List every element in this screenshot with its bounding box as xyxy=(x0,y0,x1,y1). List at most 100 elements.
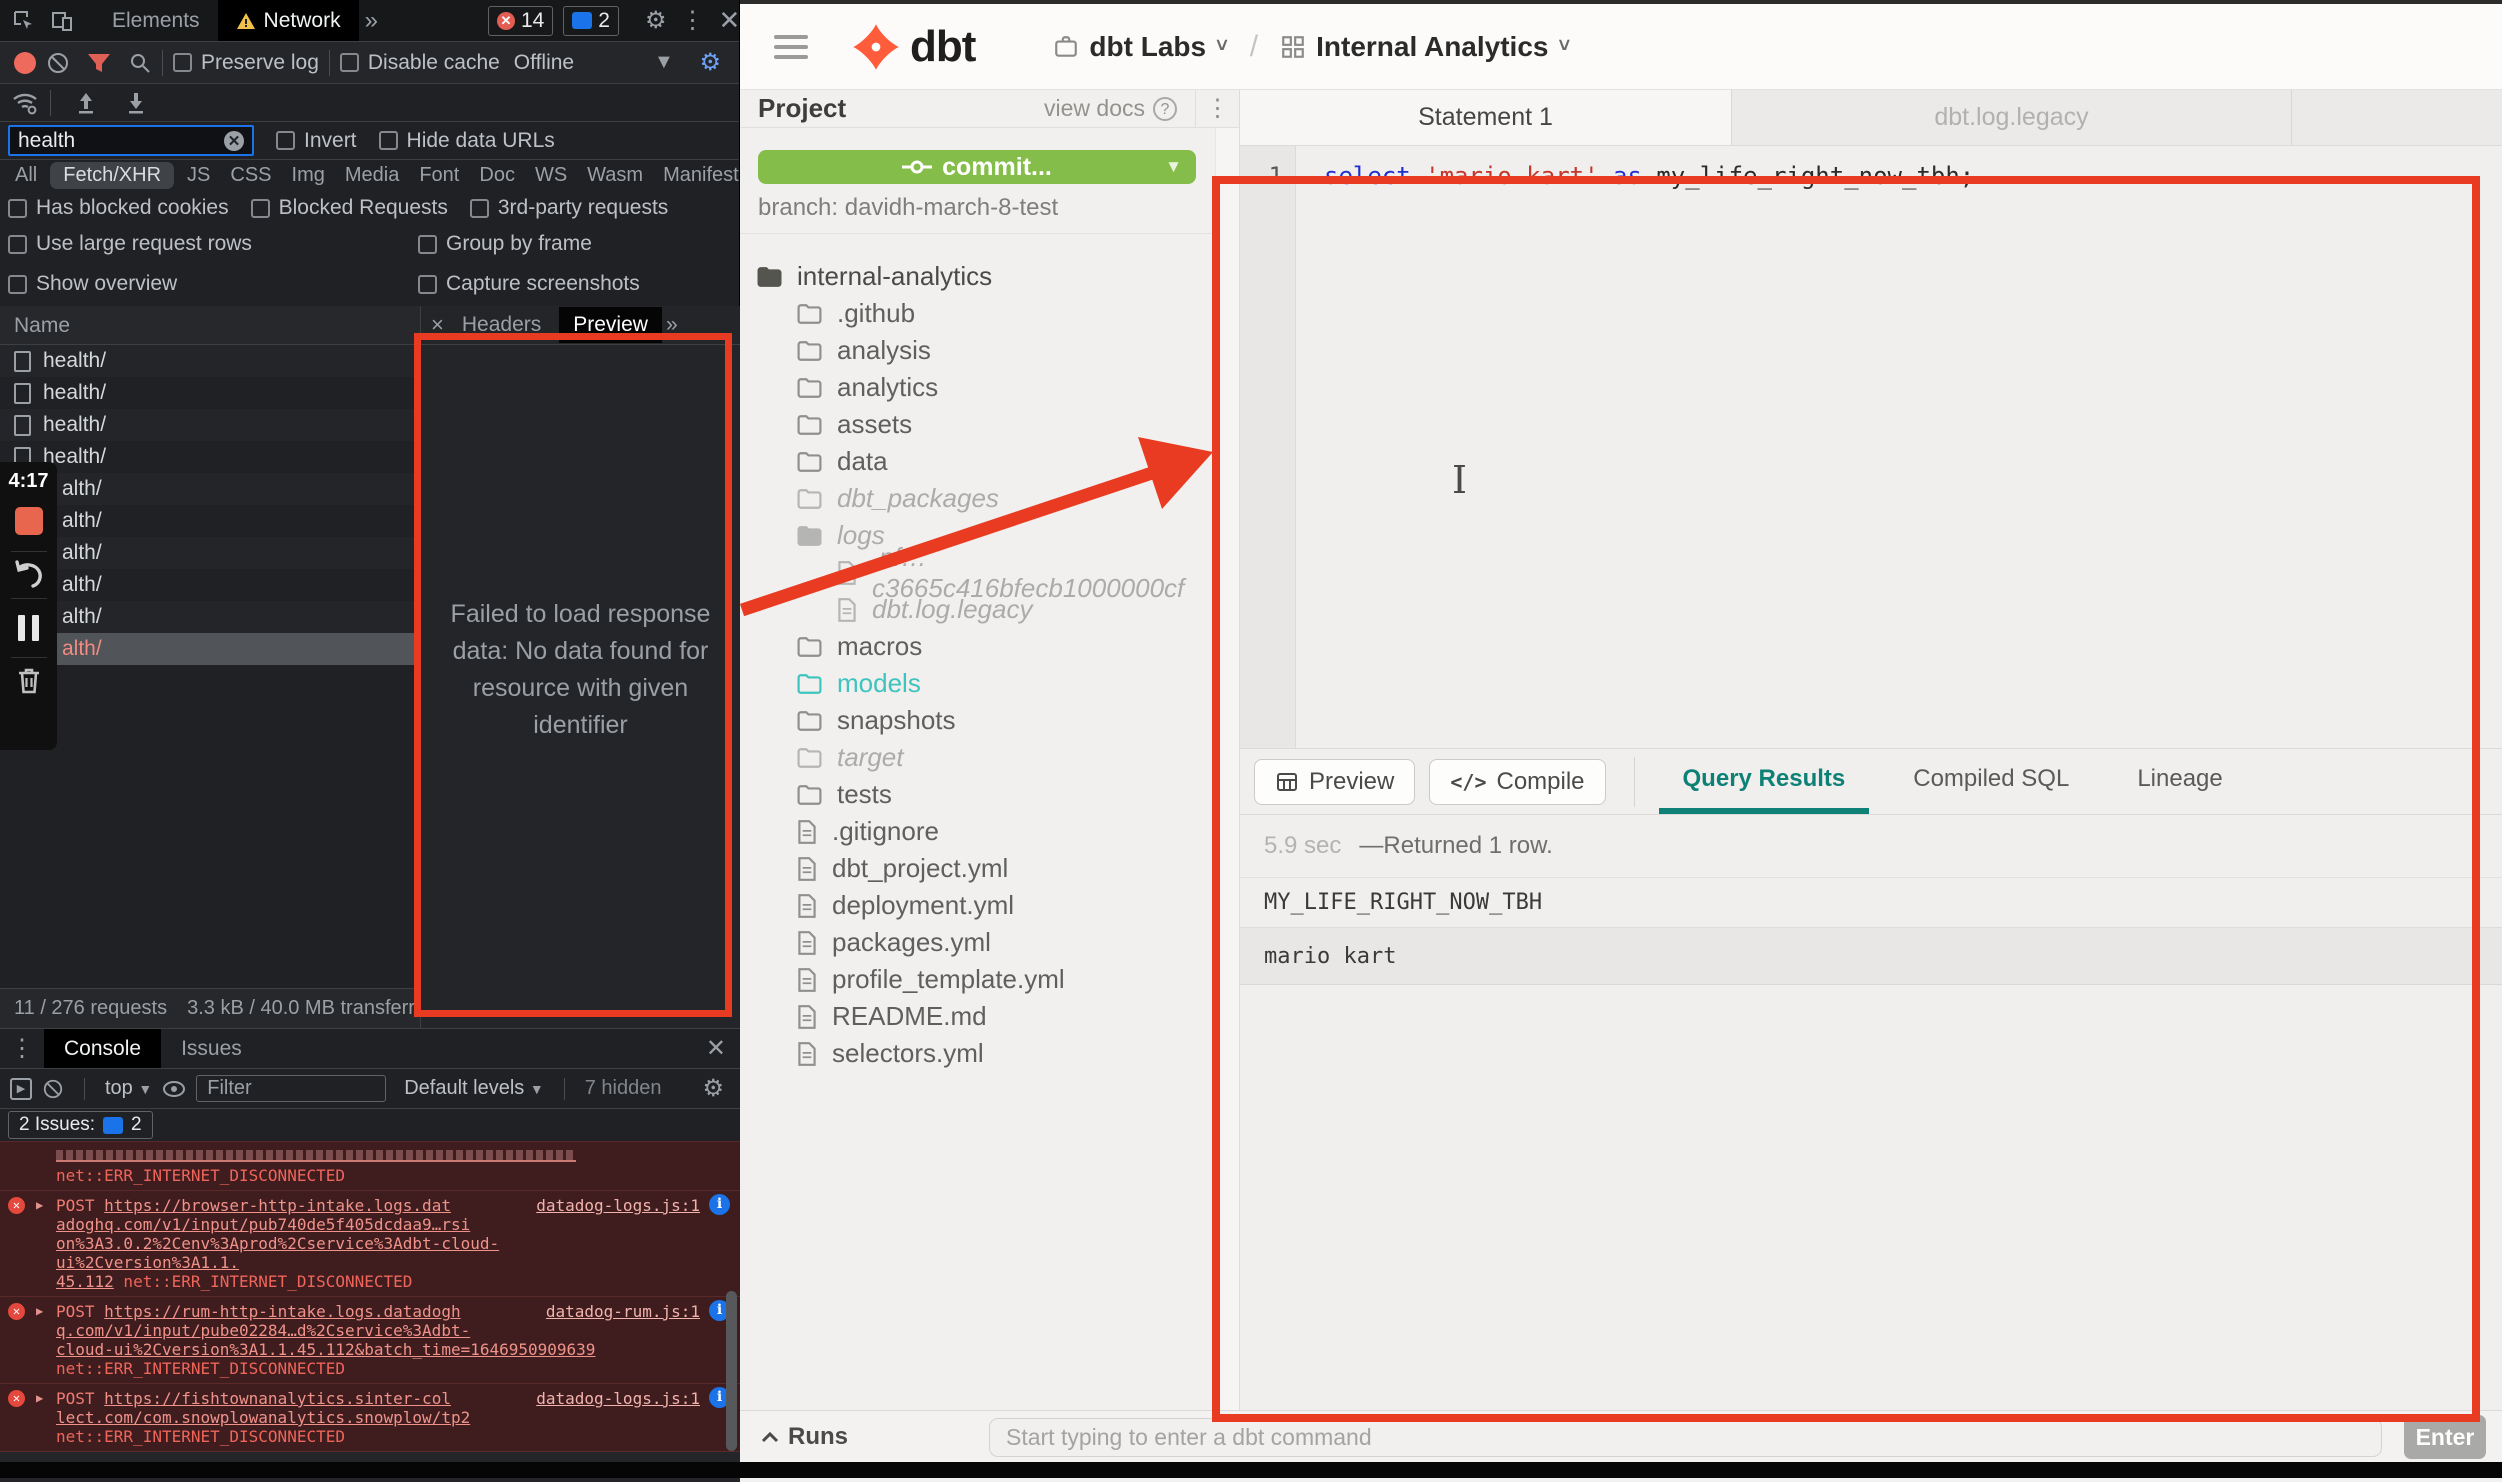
clear-icon[interactable] xyxy=(46,51,70,75)
close-drawer-icon[interactable]: ✕ xyxy=(706,1034,726,1063)
more-tabs-icon[interactable]: » xyxy=(365,7,378,35)
preserve-log-checkbox[interactable]: Preserve log xyxy=(173,51,319,75)
tree-file-packages-yml[interactable]: packages.yml xyxy=(740,924,1216,961)
request-row[interactable]: health/ xyxy=(0,377,420,409)
tree-folder-target[interactable]: target xyxy=(740,739,1216,776)
stop-recording-button[interactable] xyxy=(15,507,43,535)
request-row[interactable]: alth/ xyxy=(0,601,420,633)
resource-filter-media[interactable]: Media xyxy=(338,162,406,189)
pause-recording-button[interactable] xyxy=(18,615,39,641)
chevron-down-icon[interactable]: ▼ xyxy=(1165,157,1182,177)
console-settings-gear-icon[interactable]: ⚙ xyxy=(702,1074,724,1103)
tree-folder-dbt-packages[interactable]: dbt_packages xyxy=(740,480,1216,517)
resource-filter-fetch-xhr[interactable]: Fetch/XHR xyxy=(50,162,174,189)
info-icon[interactable]: i xyxy=(709,1194,730,1215)
console-error-message[interactable]: ✕▶POST https://browser-http-intake.logs.… xyxy=(0,1191,740,1297)
inspect-icon[interactable] xyxy=(12,9,36,33)
invert-checkbox[interactable]: Invert xyxy=(276,129,357,153)
expand-triangle-icon[interactable]: ▶ xyxy=(36,1196,43,1215)
editor-tab-dbt-log-legacy[interactable]: dbt.log.legacy xyxy=(1732,90,2292,145)
hamburger-menu-icon[interactable] xyxy=(774,29,808,65)
settings-gear-icon[interactable]: ⚙ xyxy=(645,6,667,35)
disable-cache-checkbox[interactable]: Disable cache xyxy=(340,51,500,75)
error-count-badge[interactable]: ✕ 14 xyxy=(488,6,553,36)
tree-folder-models[interactable]: models xyxy=(740,665,1216,702)
console-sidebar-icon[interactable]: ▶ xyxy=(10,1078,32,1100)
resource-filter-doc[interactable]: Doc xyxy=(472,162,522,189)
request-url[interactable]: q.com/v1/input/pube02284…d%2Cservice%3Ad… xyxy=(56,1321,470,1340)
tree-folder-assets[interactable]: assets xyxy=(740,406,1216,443)
filter-funnel-icon[interactable] xyxy=(86,51,112,75)
request-row[interactable]: health/ xyxy=(0,345,420,377)
dbt-command-input[interactable]: Start typing to enter a dbt command xyxy=(989,1418,2382,1457)
issue-count-badge[interactable]: 2 xyxy=(563,6,619,36)
resource-filter-img[interactable]: Img xyxy=(285,162,332,189)
export-har-icon[interactable] xyxy=(125,91,147,115)
tree-folder-tests[interactable]: tests xyxy=(740,776,1216,813)
tree-folder-snapshots[interactable]: snapshots xyxy=(740,702,1216,739)
commit-button[interactable]: commit... ▼ xyxy=(758,150,1196,184)
name-column-header[interactable]: Name xyxy=(0,306,420,345)
hide-data-urls-checkbox[interactable]: Hide data URLs xyxy=(379,129,555,153)
source-link[interactable]: datadog-logs.js:1 xyxy=(536,1389,700,1408)
tree-file-dbt-project-yml[interactable]: dbt_project.yml xyxy=(740,850,1216,887)
project-switcher[interactable]: Internal Analytics ˅ xyxy=(1280,31,1570,63)
request-url[interactable]: adoghq.com/v1/input/pub740de5f405dcdaa9…… xyxy=(56,1215,470,1234)
tree-folder-github[interactable]: .github xyxy=(740,295,1216,332)
clear-filter-icon[interactable]: ✕ xyxy=(224,131,244,151)
request-url[interactable]: cloud-ui%2Cversion%3A1.1.45.112&batch_ti… xyxy=(56,1340,595,1359)
resource-filter-js[interactable]: JS xyxy=(180,162,217,189)
console-error-message[interactable]: ✕▶POST https://rum-http-intake.logs.data… xyxy=(0,1297,740,1384)
option-use-large-request-rows[interactable]: Use large request rows xyxy=(8,232,418,256)
resource-filter-css[interactable]: CSS xyxy=(223,162,278,189)
tree-file-gitignore[interactable]: .gitignore xyxy=(740,813,1216,850)
sidebar-kebab-menu-icon[interactable]: ⋮ xyxy=(1195,90,1239,127)
request-row[interactable]: alth/ xyxy=(0,505,420,537)
record-icon[interactable] xyxy=(14,52,36,74)
resource-filter-all[interactable]: All xyxy=(8,162,44,189)
context-selector[interactable]: top ▼ xyxy=(105,1077,152,1100)
tree-folder-analysis[interactable]: analysis xyxy=(740,332,1216,369)
expand-triangle-icon[interactable]: ▶ xyxy=(36,1302,43,1321)
tree-file-profile-template-yml[interactable]: profile_template.yml xyxy=(740,961,1216,998)
network-conditions-gear-icon[interactable]: ⚙ xyxy=(699,48,721,77)
request-url[interactable]: https://browser-http-intake.logs.dat xyxy=(104,1196,451,1215)
console-filter-input[interactable]: Filter xyxy=(196,1075,386,1102)
editor-tab-statement-1[interactable]: Statement 1 xyxy=(1240,90,1732,145)
eye-icon[interactable] xyxy=(162,1078,186,1100)
delete-recording-icon[interactable] xyxy=(15,666,43,696)
option-3rd-party-requests[interactable]: 3rd-party requests xyxy=(470,196,668,220)
expand-triangle-icon[interactable]: ▶ xyxy=(36,1389,43,1408)
tab-network[interactable]: Network xyxy=(218,0,359,41)
tree-folder-macros[interactable]: macros xyxy=(740,628,1216,665)
option-group-by-frame[interactable]: Group by frame xyxy=(418,232,731,256)
throttling-select[interactable]: Offline ▼ xyxy=(514,51,674,75)
request-row[interactable]: alth/ xyxy=(0,473,420,505)
request-row[interactable]: alth/ xyxy=(0,569,420,601)
tree-file-readme-md[interactable]: README.md xyxy=(740,998,1216,1035)
request-url[interactable]: on%3A3.0.2%2Cenv%3Aprod%2Cservice%3Adbt-… xyxy=(56,1234,499,1272)
source-link[interactable]: datadog-logs.js:1 xyxy=(536,1196,700,1215)
source-link[interactable]: datadog-rum.js:1 xyxy=(546,1302,700,1321)
tab-elements[interactable]: Elements xyxy=(94,0,218,41)
import-har-icon[interactable] xyxy=(75,91,97,115)
tab-console[interactable]: Console xyxy=(44,1029,161,1068)
request-row[interactable]: alth/ xyxy=(0,537,420,569)
tree-file-nf-c3665c416bfecb1000000cf[interactable]: .nf…c3665c416bfecb1000000cf xyxy=(740,554,1216,591)
resource-filter-font[interactable]: Font xyxy=(412,162,466,189)
resource-filter-manifest[interactable]: Manifest xyxy=(656,162,746,189)
request-url[interactable]: https://rum-http-intake.logs.datadogh xyxy=(104,1302,460,1321)
resource-filter-ws[interactable]: WS xyxy=(528,162,574,189)
close-devtools-icon[interactable]: ✕ xyxy=(719,5,741,36)
kebab-menu-icon[interactable]: ⋮ xyxy=(10,1034,34,1063)
search-icon[interactable] xyxy=(128,51,152,75)
request-row[interactable]: health/ xyxy=(0,441,420,473)
console-error-message[interactable]: ✕▶POST https://fishtownanalytics.sinter-… xyxy=(0,1384,740,1452)
request-row[interactable]: alth/ xyxy=(0,633,420,665)
account-switcher[interactable]: dbt Labs ˅ xyxy=(1053,31,1227,63)
network-conditions-icon[interactable] xyxy=(12,91,40,115)
resource-filter-wasm[interactable]: Wasm xyxy=(580,162,650,189)
request-url[interactable]: 45.112 xyxy=(56,1272,114,1291)
option-has-blocked-cookies[interactable]: Has blocked cookies xyxy=(8,196,229,220)
issues-summary[interactable]: 2 Issues: 2 xyxy=(8,1111,153,1139)
